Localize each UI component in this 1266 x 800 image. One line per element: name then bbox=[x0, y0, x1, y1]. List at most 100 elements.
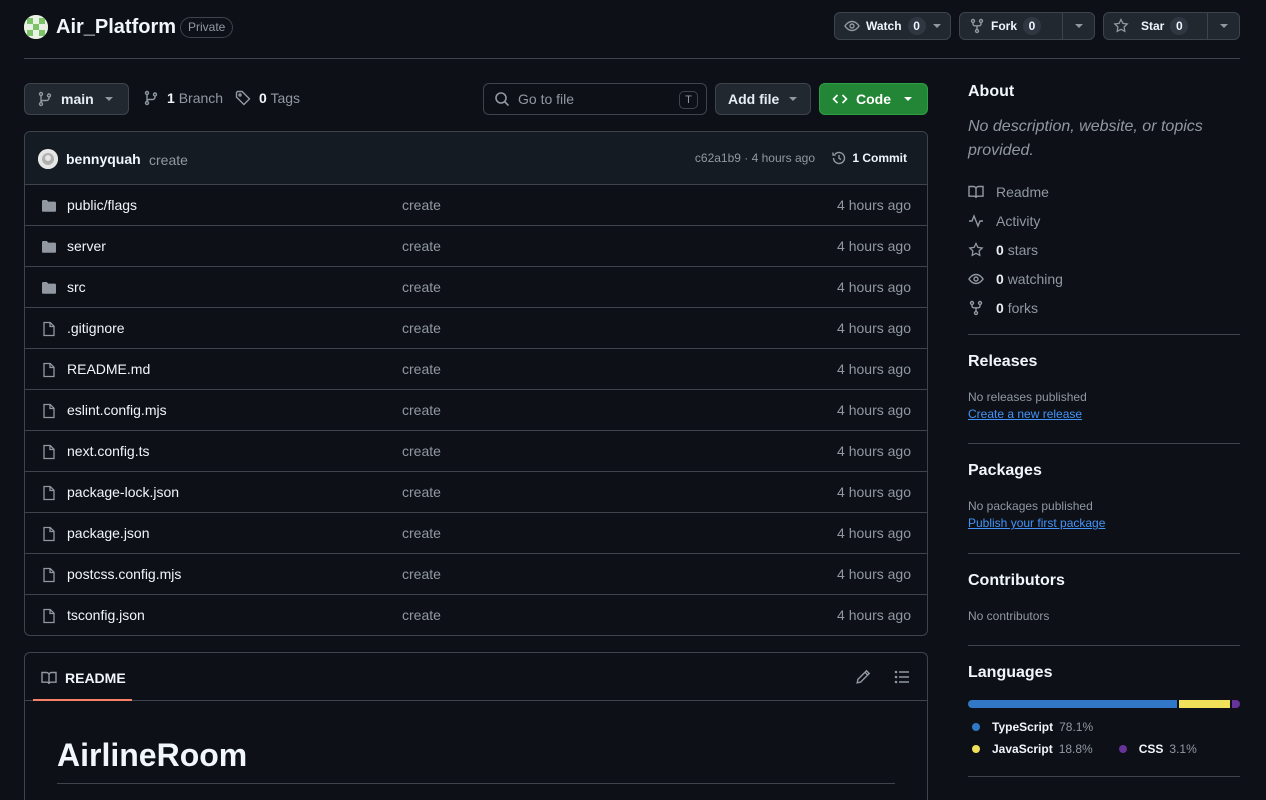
language-color-dot bbox=[1118, 745, 1127, 753]
watch-dropdown[interactable] bbox=[924, 13, 950, 39]
fork-button[interactable]: Fork 0 bbox=[960, 13, 1042, 39]
file-commit-time: 4 hours ago bbox=[837, 443, 911, 459]
stars-link[interactable]: 0 stars bbox=[968, 235, 1240, 264]
branches-link[interactable]: 1 Branch bbox=[143, 90, 223, 106]
readme-link[interactable]: Readme bbox=[968, 177, 1240, 206]
packages-section: Packages No packages published Publish y… bbox=[968, 444, 1240, 553]
file-commit-message[interactable]: create bbox=[402, 443, 441, 459]
file-row[interactable]: next.config.ts create 4 hours ago bbox=[25, 431, 927, 472]
readme-tab[interactable]: README bbox=[41, 670, 126, 686]
file-commit-message[interactable]: create bbox=[402, 279, 441, 295]
watching-link[interactable]: 0 watching bbox=[968, 264, 1240, 293]
file-row[interactable]: package.json create 4 hours ago bbox=[25, 513, 927, 554]
forks-count: 0 bbox=[996, 299, 1004, 316]
chevron-down-icon bbox=[903, 96, 913, 102]
create-release-link[interactable]: Create a new release bbox=[968, 407, 1240, 421]
branch-selector[interactable]: main bbox=[24, 83, 129, 115]
file-row[interactable]: tsconfig.json create 4 hours ago bbox=[25, 595, 927, 635]
file-name[interactable]: next.config.ts bbox=[67, 443, 150, 459]
file-commit-time: 4 hours ago bbox=[837, 484, 911, 500]
outline-button[interactable] bbox=[894, 669, 910, 685]
file-row[interactable]: .gitignore create 4 hours ago bbox=[25, 308, 927, 349]
watching-label: watching bbox=[1007, 270, 1063, 287]
language-item[interactable]: CSS 3.1% bbox=[1115, 742, 1197, 756]
edit-readme-button[interactable] bbox=[855, 669, 871, 685]
file-icon bbox=[41, 526, 57, 542]
author-avatar[interactable] bbox=[38, 149, 58, 169]
file-row[interactable]: README.md create 4 hours ago bbox=[25, 349, 927, 390]
file-name[interactable]: src bbox=[67, 279, 86, 295]
language-item[interactable]: TypeScript 78.1% bbox=[968, 720, 1093, 734]
list-icon bbox=[894, 669, 910, 685]
publish-package-link[interactable]: Publish your first package bbox=[968, 516, 1240, 530]
readme-panel: README AirlineRoom bbox=[24, 652, 928, 800]
file-commit-message[interactable]: create bbox=[402, 484, 441, 500]
commit-message[interactable]: create bbox=[149, 152, 188, 168]
visibility-badge: Private bbox=[180, 17, 234, 38]
file-name[interactable]: package.json bbox=[67, 525, 150, 541]
star-icon bbox=[968, 241, 984, 258]
commit-author[interactable]: bennyquah bbox=[66, 151, 141, 167]
contributors-heading[interactable]: Contributors bbox=[968, 572, 1240, 590]
file-commit-message[interactable]: create bbox=[402, 607, 441, 623]
file-row[interactable]: server create 4 hours ago bbox=[25, 226, 927, 267]
file-name[interactable]: server bbox=[67, 238, 106, 254]
file-commit-message[interactable]: create bbox=[402, 566, 441, 582]
language-name: CSS bbox=[1138, 742, 1164, 756]
file-name[interactable]: eslint.config.mjs bbox=[67, 402, 167, 418]
language-percent: 3.1% bbox=[1169, 742, 1197, 756]
releases-heading[interactable]: Releases bbox=[968, 353, 1240, 371]
commit-meta[interactable]: c62a1b9 · 4 hours ago bbox=[695, 151, 815, 165]
releases-section: Releases No releases published Create a … bbox=[968, 335, 1240, 443]
tags-link[interactable]: 0 Tags bbox=[235, 90, 300, 106]
file-commit-message[interactable]: create bbox=[402, 320, 441, 336]
file-row[interactable]: package-lock.json create 4 hours ago bbox=[25, 472, 927, 513]
file-row[interactable]: postcss.config.mjs create 4 hours ago bbox=[25, 554, 927, 595]
go-to-file-input[interactable] bbox=[518, 91, 668, 107]
language-item[interactable]: JavaScript 18.8% bbox=[968, 742, 1093, 756]
file-commit-time: 4 hours ago bbox=[837, 361, 911, 377]
file-commit-time: 4 hours ago bbox=[837, 279, 911, 295]
file-commit-time: 4 hours ago bbox=[837, 320, 911, 336]
language-bar-segment[interactable] bbox=[968, 700, 1178, 708]
file-name[interactable]: public/flags bbox=[67, 197, 137, 213]
file-row[interactable]: src create 4 hours ago bbox=[25, 267, 927, 308]
releases-empty: No releases published bbox=[968, 390, 1087, 404]
folder-icon bbox=[41, 198, 57, 214]
sidebar-divider bbox=[968, 776, 1240, 777]
keyboard-shortcut-hint: T bbox=[679, 91, 698, 109]
add-file-label: Add file bbox=[728, 91, 780, 107]
star-button[interactable]: Star 0 bbox=[1104, 13, 1189, 39]
watch-button[interactable]: Watch 0 bbox=[835, 13, 926, 39]
forks-link[interactable]: 0 forks bbox=[968, 293, 1240, 322]
file-commit-message[interactable]: create bbox=[402, 197, 441, 213]
file-row[interactable]: public/flags create 4 hours ago bbox=[25, 185, 927, 226]
language-bar-segment[interactable] bbox=[1231, 700, 1240, 708]
file-name[interactable]: package-lock.json bbox=[67, 484, 179, 500]
packages-empty: No packages published bbox=[968, 499, 1093, 513]
file-name[interactable]: postcss.config.mjs bbox=[67, 566, 181, 582]
fork-count: 0 bbox=[1023, 17, 1042, 35]
watching-count: 0 bbox=[996, 270, 1004, 287]
file-name[interactable]: README.md bbox=[67, 361, 150, 377]
file-commit-message[interactable]: create bbox=[402, 238, 441, 254]
file-name[interactable]: .gitignore bbox=[67, 320, 125, 336]
repo-avatar[interactable] bbox=[24, 15, 48, 39]
file-row[interactable]: eslint.config.mjs create 4 hours ago bbox=[25, 390, 927, 431]
file-commit-message[interactable]: create bbox=[402, 525, 441, 541]
file-commit-message[interactable]: create bbox=[402, 402, 441, 418]
star-dropdown[interactable] bbox=[1207, 13, 1239, 39]
fork-dropdown[interactable] bbox=[1062, 13, 1094, 39]
fork-label: Fork bbox=[991, 19, 1018, 33]
file-commit-message[interactable]: create bbox=[402, 361, 441, 377]
about-heading: About bbox=[968, 83, 1015, 100]
file-name[interactable]: tsconfig.json bbox=[67, 607, 145, 623]
commits-link[interactable]: 1 Commit bbox=[831, 150, 907, 166]
add-file-button[interactable]: Add file bbox=[715, 83, 811, 115]
language-bar-segment[interactable] bbox=[1179, 700, 1230, 708]
file-commit-time: 4 hours ago bbox=[837, 607, 911, 623]
code-button[interactable]: Code bbox=[819, 83, 928, 115]
packages-heading[interactable]: Packages bbox=[968, 462, 1240, 480]
activity-link[interactable]: Activity bbox=[968, 206, 1240, 235]
repo-name[interactable]: Air_Platform bbox=[56, 15, 176, 39]
